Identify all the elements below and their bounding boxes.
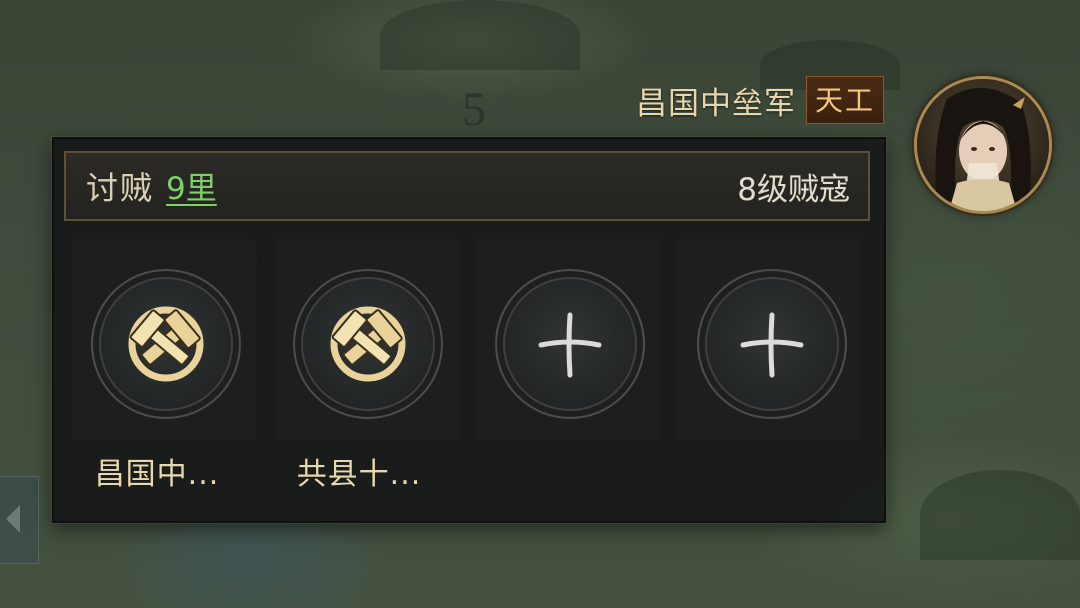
add-troop-button[interactable] (495, 269, 645, 419)
crossed-hammers-icon (128, 306, 204, 382)
march-status-bar: 讨贼 9里 8级贼寇 (64, 151, 870, 221)
march-distance-link[interactable]: 9里 (166, 163, 217, 208)
map-tile-number: 5 (462, 83, 486, 136)
troop-slot-label: 昌国中... (94, 457, 220, 492)
army-march-panel: 讨贼 9里 8级贼寇 昌国中... 共县十... (52, 137, 886, 523)
crossed-hammers-icon (330, 306, 406, 382)
plus-icon (740, 312, 804, 378)
troop-slot-4[interactable] (678, 239, 862, 439)
troop-slot-button[interactable] (91, 269, 241, 419)
plus-icon (538, 312, 602, 378)
army-name: 昌国中垒军 (635, 85, 796, 122)
commander-avatar[interactable] (914, 76, 1052, 214)
add-troop-button[interactable] (697, 269, 847, 419)
march-action-label: 讨贼 (86, 169, 155, 207)
troop-slot-2[interactable]: 共县十... (274, 239, 458, 492)
commander-portrait-icon (917, 79, 1049, 211)
left-side-expand-button[interactable] (0, 476, 39, 564)
army-title-badge: 天工 (805, 76, 884, 124)
troop-slot-label: 共县十... (296, 457, 422, 492)
troop-slots: 昌国中... 共县十... (72, 239, 864, 504)
troop-slot-button[interactable] (293, 269, 443, 419)
troop-slot-1[interactable]: 昌国中... (72, 239, 256, 492)
map-terrain-mountain (380, 0, 580, 70)
march-target-label: 8级贼寇 (737, 171, 850, 208)
map-terrain-mountain (920, 470, 1080, 560)
army-header: 昌国中垒军 天工 (636, 76, 884, 124)
troop-slot-3[interactable] (476, 239, 660, 439)
